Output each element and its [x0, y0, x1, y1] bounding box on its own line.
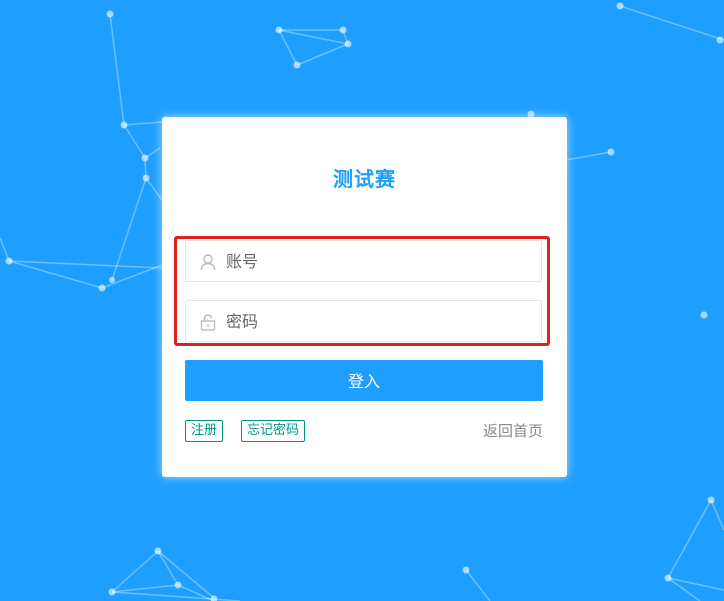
account-input[interactable]: [226, 241, 526, 281]
login-button[interactable]: 登入: [185, 360, 543, 401]
account-field[interactable]: [185, 240, 542, 282]
lock-icon: [198, 312, 218, 332]
user-icon: [198, 252, 218, 272]
password-input[interactable]: [226, 301, 526, 341]
login-card: 测试赛 登入 注册 忘记密码 返回首页: [162, 117, 567, 477]
page-title: 测试赛: [333, 167, 396, 191]
password-field[interactable]: [185, 300, 542, 342]
register-link[interactable]: 注册: [185, 420, 224, 442]
forgot-password-link[interactable]: 忘记密码: [241, 420, 306, 442]
back-home-link[interactable]: 返回首页: [483, 420, 543, 442]
